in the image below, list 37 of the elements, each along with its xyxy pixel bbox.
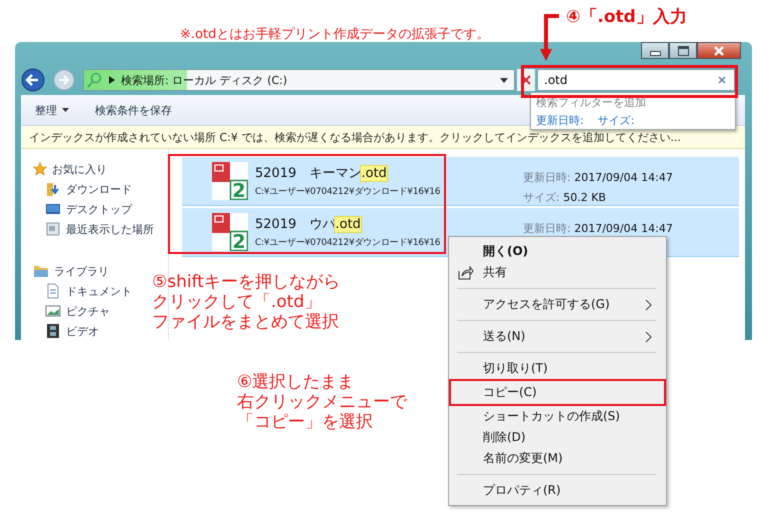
filter-link[interactable]: 更新日時: — [536, 113, 584, 128]
sidebar-item[interactable]: ダウンロード — [33, 179, 132, 199]
sidebar-header[interactable]: ライブラリ — [33, 261, 109, 281]
address-text: 検索場所: ローカル ディスク (C:) — [121, 72, 288, 88]
menu-item[interactable]: コピー(C) — [449, 379, 666, 406]
menu-item[interactable]: 切り取り(T) — [449, 358, 666, 379]
info-bar[interactable]: インデックスが作成されていない場所 C:¥ では、検索が遅くなる場合があります。クリックしてインデックスを追加してください... — [21, 126, 745, 149]
file-path: C:¥ユーザー¥0704212¥ダウンロード¥16¥16 — [255, 236, 442, 249]
file-row[interactable]: 2 52019 キーマン.otd C:¥ユーザー¥0704212¥ダウンロード¥16¥16 更新日時: 2017/09/04 14:47 サイズ: 50.2 KB — [182, 157, 739, 206]
sidebar-item[interactable]: ドキュメント — [33, 281, 132, 301]
file-detail: 更新日時: 2017/09/04 14:47 — [523, 170, 673, 185]
file-detail: 更新日時: 2017/09/04 14:47 — [523, 221, 673, 236]
menu-item[interactable]: アクセスを許可する(G) — [449, 294, 666, 315]
annotation-note: ※.otdとはお手軽プリント作成データの拡張子です。 — [180, 26, 490, 43]
menu-item[interactable]: プロパティ(R) — [449, 480, 666, 501]
sidebar-item[interactable]: ピクチャ — [33, 301, 110, 321]
menu-item[interactable]: ショートカットの作成(S) — [449, 406, 666, 427]
address-bar[interactable]: 検索場所: ローカル ディスク (C:) — [83, 69, 515, 91]
menu-item[interactable]: 共有 — [449, 262, 666, 283]
step-caption: ④「.otd」入力 — [566, 6, 687, 28]
toolbar-button[interactable]: 整理 — [35, 102, 69, 118]
step-caption: ⑥選択したまま 右クリックメニューで 「コピー」を選択 — [237, 372, 407, 432]
menu-item[interactable]: 送る(N) — [449, 326, 666, 347]
file-name: 52019 キーマン.otd — [255, 165, 388, 182]
search-field[interactable]: .otd — [537, 69, 735, 91]
suggestion-hint: 検索フィルターを追加 — [536, 95, 647, 110]
sidebar-item[interactable]: ビデオ — [33, 321, 99, 340]
menu-item[interactable]: 名前の変更(M) — [449, 448, 666, 469]
sidebar-header[interactable]: お気に入り — [33, 159, 107, 179]
file-detail: サイズ: 50.2 KB — [523, 190, 607, 205]
sidebar-item[interactable]: 最近表示した場所 — [33, 219, 154, 239]
sidebar-item[interactable]: デスクトップ — [33, 199, 132, 219]
toolbar-button[interactable]: 検索条件を保存 — [95, 102, 172, 118]
menu-item[interactable]: 削除(D) — [449, 427, 666, 448]
file-path: C:¥ユーザー¥0704212¥ダウンロード¥16¥16 — [255, 186, 442, 198]
filter-link[interactable]: サイズ: — [598, 113, 634, 128]
step-caption: ⑤shiftキーを押しながら クリックして「.otd」 ファイルをまとめて選択 — [152, 272, 340, 332]
